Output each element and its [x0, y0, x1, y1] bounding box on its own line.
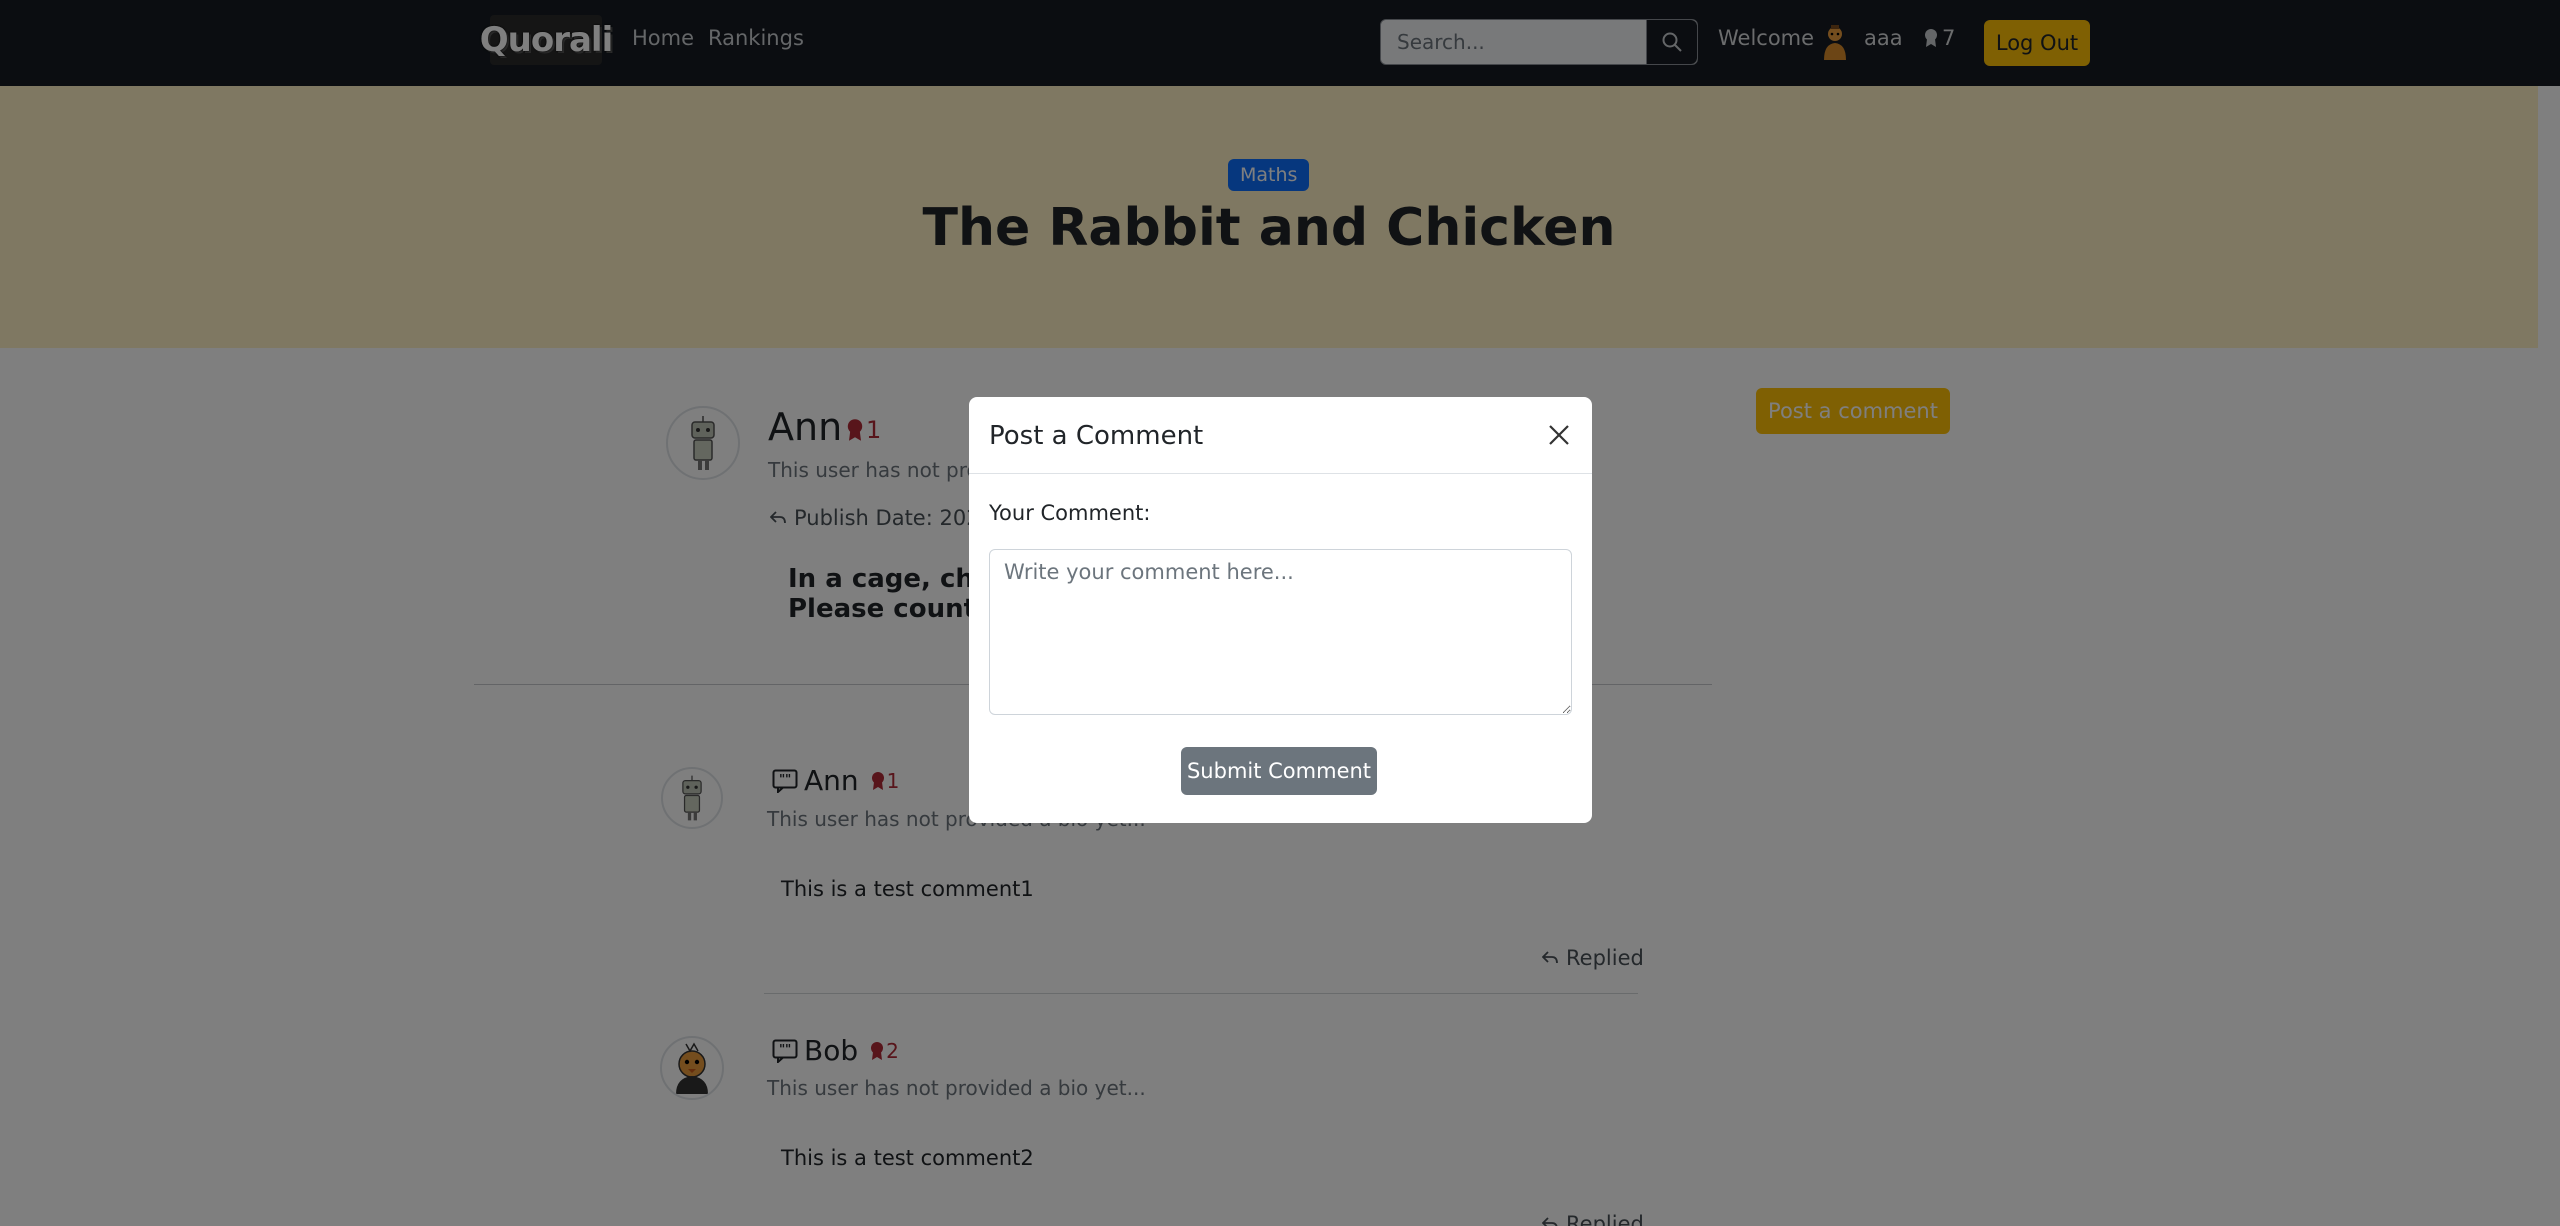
close-button[interactable]	[1543, 419, 1575, 451]
close-icon	[1549, 425, 1569, 445]
post-comment-modal: Post a Comment Your Comment: Submit Comm…	[969, 397, 1592, 823]
modal-title: Post a Comment	[989, 421, 1204, 451]
comment-label: Your Comment:	[989, 501, 1151, 525]
submit-comment-button[interactable]: Submit Comment	[1181, 747, 1377, 795]
modal-header: Post a Comment	[969, 397, 1592, 474]
comment-textarea[interactable]	[989, 549, 1572, 715]
